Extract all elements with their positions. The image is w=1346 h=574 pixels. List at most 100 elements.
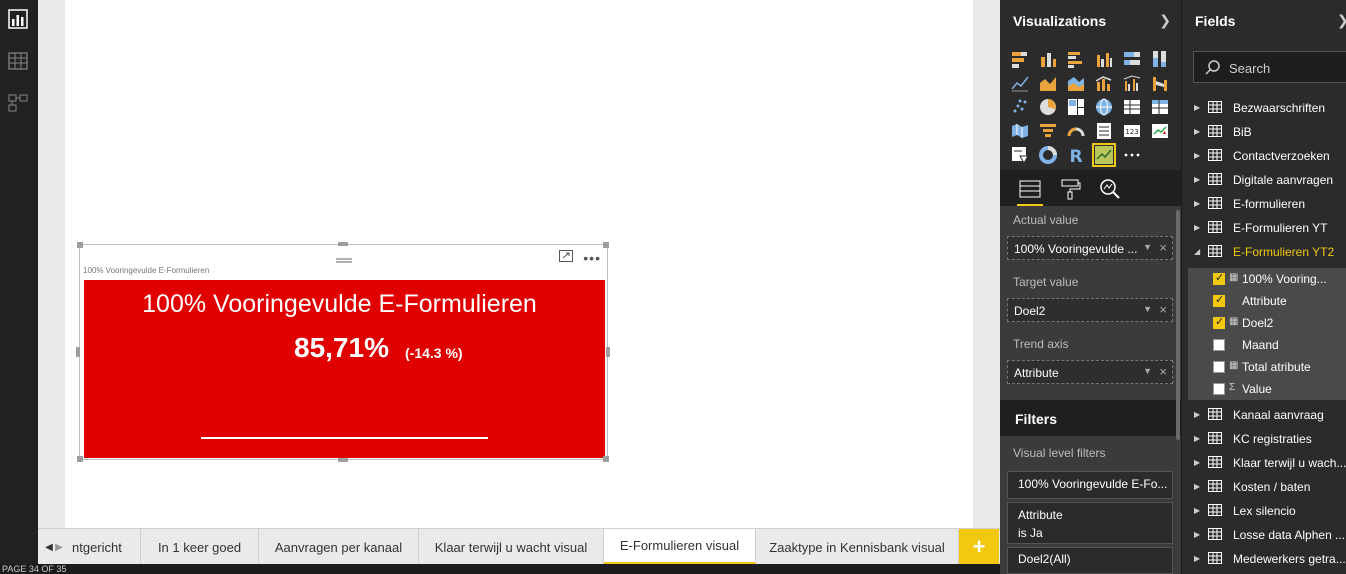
- donut-chart-icon[interactable]: [1038, 145, 1058, 165]
- field-table-row[interactable]: ◢ E-Formulieren YT2: [1182, 240, 1346, 264]
- clustered-column-chart-icon[interactable]: [1094, 49, 1114, 69]
- caret-collapsed-icon[interactable]: ▶: [1194, 175, 1200, 184]
- caret-collapsed-icon[interactable]: ▶: [1194, 458, 1200, 467]
- more-options-icon[interactable]: •••: [583, 251, 601, 265]
- focus-mode-icon[interactable]: [559, 249, 574, 267]
- field-table-row[interactable]: ▶ KC registraties: [1182, 427, 1346, 451]
- chevron-down-icon[interactable]: ▼: [1143, 242, 1152, 252]
- fields-search-input[interactable]: Search: [1193, 51, 1346, 83]
- caret-collapsed-icon[interactable]: ▶: [1194, 127, 1200, 136]
- area-chart-icon[interactable]: [1038, 73, 1058, 93]
- report-view-icon[interactable]: [7, 8, 29, 30]
- multi-row-card-icon[interactable]: [1094, 121, 1114, 141]
- field-item-row[interactable]: Attribute: [1188, 290, 1346, 312]
- collapse-fields-icon[interactable]: ❯: [1337, 12, 1346, 29]
- field-table-row[interactable]: ▶ Kosten / baten: [1182, 475, 1346, 499]
- pie-chart-icon[interactable]: [1038, 97, 1058, 117]
- filter-card-vooringevulde[interactable]: 100% Vooringevulde E-Fo...: [1007, 471, 1173, 499]
- caret-collapsed-icon[interactable]: ▶: [1194, 199, 1200, 208]
- table-icon[interactable]: [1122, 97, 1142, 117]
- resize-handle-br[interactable]: [603, 456, 609, 462]
- field-table-row[interactable]: ▶ Contactverzoeken: [1182, 144, 1346, 168]
- field-table-row[interactable]: ▶ Medewerkers getra...: [1182, 547, 1346, 571]
- stacked-bar-chart-icon[interactable]: [1010, 49, 1030, 69]
- chevron-down-icon[interactable]: ▼: [1143, 366, 1152, 376]
- filter-card-attribute[interactable]: Attribute is Ja: [1007, 502, 1173, 544]
- more-visuals-icon[interactable]: [1122, 145, 1142, 165]
- caret-collapsed-icon[interactable]: ▶: [1194, 554, 1200, 563]
- gauge-icon[interactable]: [1066, 121, 1086, 141]
- card-icon[interactable]: 123: [1122, 121, 1142, 141]
- field-table-row[interactable]: ▶ Klaar terwijl u wach...: [1182, 451, 1346, 475]
- stacked-column-chart-icon[interactable]: [1038, 49, 1058, 69]
- caret-collapsed-icon[interactable]: ▶: [1194, 410, 1200, 419]
- field-table-row[interactable]: ▶ E-formulieren: [1182, 192, 1346, 216]
- caret-expanded-icon[interactable]: ◢: [1194, 247, 1200, 256]
- analytics-magnifier-icon[interactable]: [1097, 176, 1123, 202]
- field-table-row[interactable]: ▶ Kanaal aanvraag: [1182, 403, 1346, 427]
- relationships-view-icon[interactable]: [7, 92, 29, 114]
- tab-page-5-active[interactable]: E-Formulieren visual: [604, 529, 756, 565]
- funnel-icon[interactable]: [1038, 121, 1058, 141]
- field-table-row[interactable]: ▶ E-Formulieren YT: [1182, 216, 1346, 240]
- field-table-row[interactable]: ▶ Lex silencio: [1182, 499, 1346, 523]
- fields-well-tab-icon[interactable]: [1017, 176, 1043, 206]
- resize-handle-r[interactable]: [606, 347, 610, 357]
- tab-page-1[interactable]: ntgericht: [64, 529, 141, 565]
- caret-collapsed-icon[interactable]: ▶: [1194, 151, 1200, 160]
- field-checkbox[interactable]: [1213, 339, 1225, 351]
- map-icon[interactable]: [1094, 97, 1114, 117]
- data-view-icon[interactable]: [7, 50, 29, 72]
- well-actual-value[interactable]: 100% Vooringevulde ... ▼ ×: [1007, 236, 1173, 260]
- 100-column-chart-icon[interactable]: [1150, 49, 1170, 69]
- filled-map-icon[interactable]: [1010, 121, 1030, 141]
- stacked-area-chart-icon[interactable]: [1066, 73, 1086, 93]
- field-item-row[interactable]: ▦Doel2: [1188, 312, 1346, 334]
- field-table-row[interactable]: ▶ Losse data Alphen ...: [1182, 523, 1346, 547]
- caret-collapsed-icon[interactable]: ▶: [1194, 530, 1200, 539]
- well-trend-axis[interactable]: Attribute ▼ ×: [1007, 360, 1173, 384]
- selected-kpi-visual-icon[interactable]: [1092, 143, 1116, 167]
- remove-field-icon[interactable]: ×: [1159, 364, 1167, 379]
- field-table-row[interactable]: ▶ BiB: [1182, 120, 1346, 144]
- caret-collapsed-icon[interactable]: ▶: [1194, 103, 1200, 112]
- remove-field-icon[interactable]: ×: [1159, 240, 1167, 255]
- caret-collapsed-icon[interactable]: ▶: [1194, 434, 1200, 443]
- line-and-stacked-column-icon[interactable]: [1094, 73, 1114, 93]
- resize-handle-tr[interactable]: [603, 242, 609, 248]
- tab-scroll-right-icon[interactable]: ▶: [54, 529, 64, 565]
- resize-handle-bl[interactable]: [77, 456, 83, 462]
- line-chart-icon[interactable]: [1010, 73, 1030, 93]
- tab-page-4[interactable]: Klaar terwijl u wacht visual: [419, 529, 604, 565]
- caret-collapsed-icon[interactable]: ▶: [1194, 506, 1200, 515]
- scatter-chart-icon[interactable]: [1010, 97, 1030, 117]
- resize-handle-t[interactable]: [338, 242, 348, 246]
- resize-handle-b[interactable]: [338, 458, 348, 462]
- kpi-visual[interactable]: ••• 100% Vooringevulde E-Formulieren 100…: [79, 244, 608, 460]
- field-checkbox[interactable]: [1213, 361, 1225, 373]
- chevron-down-icon[interactable]: ▼: [1143, 304, 1152, 314]
- ribbon-chart-icon[interactable]: [1150, 73, 1170, 93]
- caret-collapsed-icon[interactable]: ▶: [1194, 223, 1200, 232]
- field-table-row[interactable]: ▶ Bezwaarschriften: [1182, 96, 1346, 120]
- treemap-icon[interactable]: [1066, 97, 1086, 117]
- r-script-visual-icon[interactable]: R: [1066, 145, 1086, 167]
- field-item-row[interactable]: Σ Value: [1188, 378, 1346, 400]
- kpi-icon[interactable]: [1150, 121, 1170, 141]
- field-checkbox[interactable]: [1213, 383, 1225, 395]
- field-item-row[interactable]: ▦ Total atribute: [1188, 356, 1346, 378]
- field-item-row[interactable]: Maand: [1188, 334, 1346, 356]
- format-paint-roller-icon[interactable]: [1057, 176, 1083, 202]
- line-and-clustered-column-icon[interactable]: [1122, 73, 1142, 93]
- well-target-value[interactable]: Doel2 ▼ ×: [1007, 298, 1173, 322]
- slicer-icon[interactable]: [1010, 145, 1030, 165]
- matrix-icon[interactable]: [1150, 97, 1170, 117]
- 100-bar-chart-icon[interactable]: [1122, 49, 1142, 69]
- viz-pane-scrollbar[interactable]: [1176, 210, 1180, 440]
- field-item-row[interactable]: ▦100% Vooring...: [1188, 268, 1346, 290]
- caret-collapsed-icon[interactable]: ▶: [1194, 482, 1200, 491]
- resize-handle-tl[interactable]: [77, 242, 83, 248]
- resize-handle-l[interactable]: [76, 347, 80, 357]
- filter-card-doel2[interactable]: Doel2(All): [1007, 547, 1173, 574]
- tab-page-6[interactable]: Zaaktype in Kennisbank visual: [756, 529, 959, 565]
